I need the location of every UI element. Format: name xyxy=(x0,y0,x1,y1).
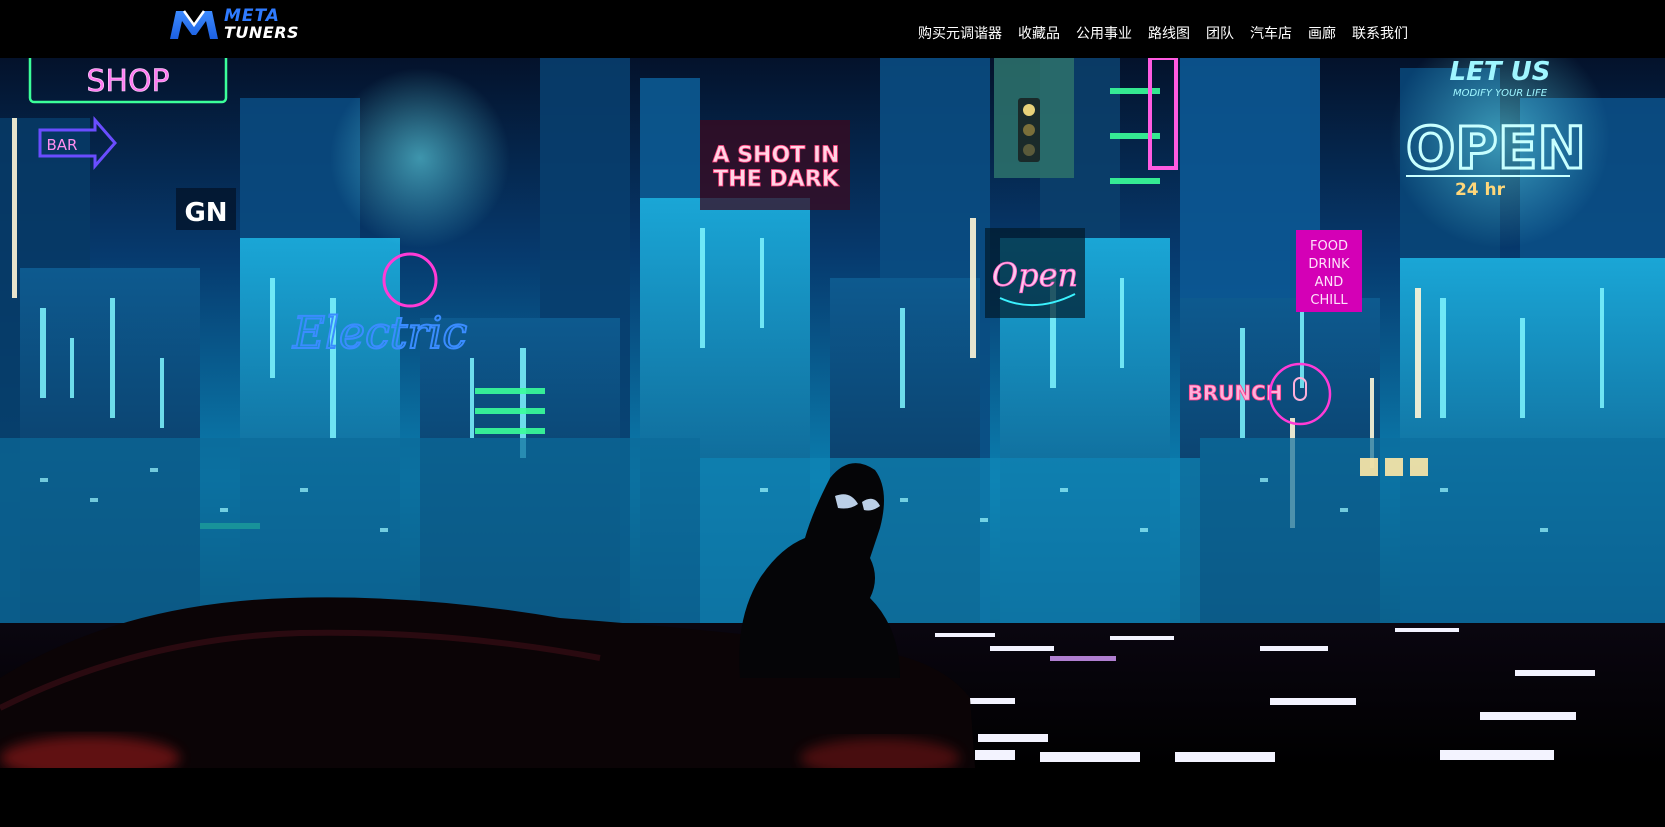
psychic-shop-text: SHOP xyxy=(86,64,169,99)
open-big-text: OPEN xyxy=(1406,114,1586,182)
hours-text: 24 hr xyxy=(1455,180,1506,200)
logo-m-icon xyxy=(170,10,218,39)
logo-line-1: META xyxy=(224,5,280,26)
electric-text: Electric xyxy=(292,308,467,359)
traffic-light-screen xyxy=(994,58,1074,178)
hero-illustration: SHOP BAR GN Electric A SHOT IN THE DARK xyxy=(0,58,1665,768)
modify-life-text: MODIFY YOUR LIFE xyxy=(1453,88,1548,99)
sign-food-drink: FOOD DRINK AND CHILL xyxy=(1296,230,1362,312)
nav-gallery[interactable]: 画廊 xyxy=(1308,23,1336,43)
shot-line-2: THE DARK xyxy=(713,167,839,192)
open-script-text: Open xyxy=(992,256,1078,294)
shot-line-1: A SHOT IN xyxy=(713,143,840,168)
nav-car-shop[interactable]: 汽车店 xyxy=(1250,23,1292,43)
nav-utilities[interactable]: 公用事业 xyxy=(1076,23,1132,43)
meta-tuners-logo[interactable]: META TUNERS xyxy=(168,6,330,42)
neon-glow-left xyxy=(330,68,510,248)
let-us-text: LET US xyxy=(1450,58,1551,87)
food-line-3: AND xyxy=(1315,275,1344,290)
hero-banner: SHOP BAR GN Electric A SHOT IN THE DARK xyxy=(0,58,1665,768)
top-navigation-bar: META TUNERS 购买元调谐器 收藏品 公用事业 路线图 团队 汽车店 画… xyxy=(0,0,1665,58)
sign-let-us-modify: LET US MODIFY YOUR LIFE xyxy=(1450,58,1551,99)
nav-roadmap[interactable]: 路线图 xyxy=(1148,23,1190,43)
nav-contact-us[interactable]: 联系我们 xyxy=(1352,23,1408,43)
brunch-text: BRUNCH xyxy=(1187,381,1282,405)
food-line-1: FOOD xyxy=(1310,239,1348,254)
bottom-strip xyxy=(0,768,1665,827)
sign-shot-in-the-dark: A SHOT IN THE DARK xyxy=(700,120,850,210)
bar-text: BAR xyxy=(47,136,78,154)
nav-collectibles[interactable]: 收藏品 xyxy=(1018,23,1060,43)
logo-line-2: TUNERS xyxy=(224,22,300,42)
main-nav: 购买元调谐器 收藏品 公用事业 路线图 团队 汽车店 画廊 联系我们 xyxy=(918,22,1408,44)
logo-wordmark: META TUNERS xyxy=(224,5,300,42)
sign-open-script: Open xyxy=(985,228,1085,318)
food-line-2: DRINK xyxy=(1308,257,1350,272)
food-line-4: CHILL xyxy=(1310,293,1348,308)
sign-gn: GN xyxy=(176,188,236,230)
nav-buy-metatuners[interactable]: 购买元调谐器 xyxy=(918,23,1002,43)
nav-team[interactable]: 团队 xyxy=(1206,23,1234,43)
gn-text: GN xyxy=(184,198,227,228)
